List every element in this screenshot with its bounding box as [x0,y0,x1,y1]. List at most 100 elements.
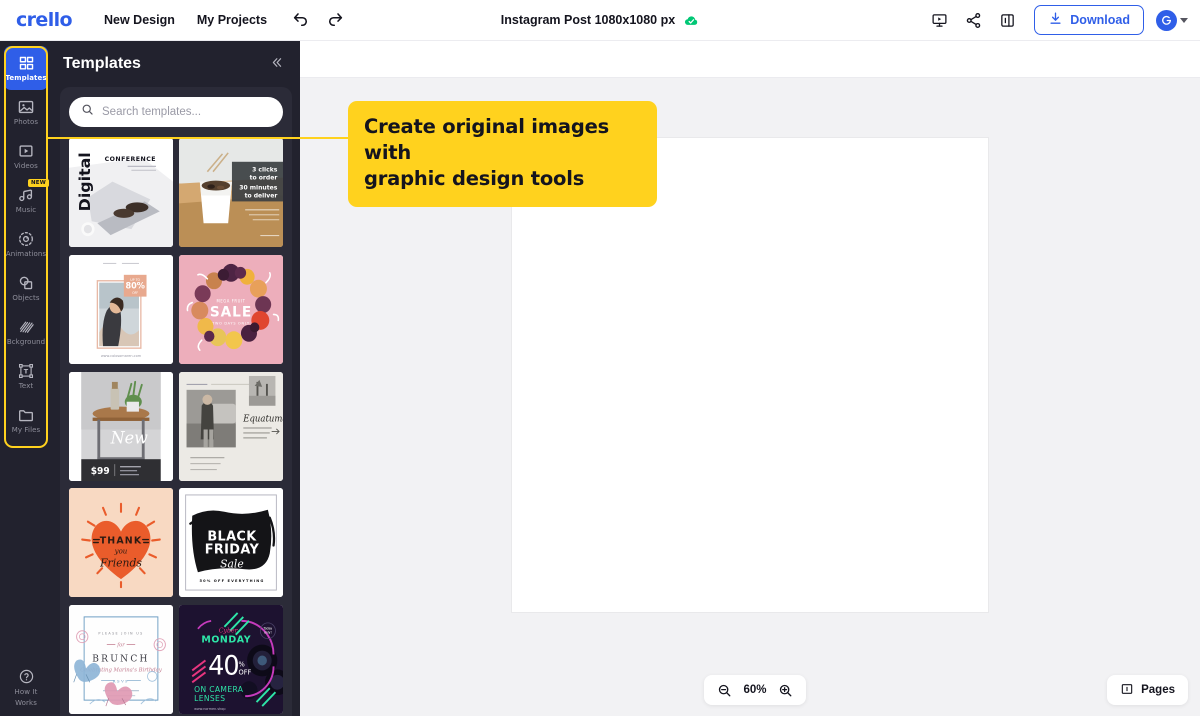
svg-text:LENSES: LENSES [194,694,225,703]
pages-button[interactable]: Pages [1107,675,1188,705]
panel-title: Templates [63,55,141,72]
template-cyber-monday[interactable]: Cyber MONDAY 40 % OFF ON CAMERA LENSES w… [179,605,283,715]
left-rail: Templates Photos Videos NEW Music Animat… [0,41,52,716]
duplicate-icon[interactable] [990,3,1024,37]
nav-my-projects[interactable]: My Projects [197,13,267,27]
undo-icon[interactable] [291,10,311,30]
callout-line-2: graphic design tools [364,167,585,190]
chevron-down-icon [1180,17,1188,23]
svg-text:3 clicks: 3 clicks [252,167,278,174]
background-icon [17,318,35,337]
sidebar-item-label: Videos [14,161,38,170]
sidebar-item-label: Text [18,381,34,390]
callout-connector-line [48,137,352,139]
svg-text:50% OFF EVERYTHING: 50% OFF EVERYTHING [199,579,264,583]
sidebar-item-templates[interactable]: Templates [4,46,48,90]
svg-text:www.colosomaren.com: www.colosomaren.com [101,354,142,358]
template-equatuman[interactable]: Equatuman [179,371,283,481]
svg-text:Friends: Friends [99,556,142,569]
document-title-text: Instagram Post 1080x1080 px [500,13,676,27]
sidebar-item-label: Photos [13,117,39,126]
present-icon[interactable] [922,3,956,37]
svg-text:RSVP: RSVP [113,678,130,683]
image-icon [17,98,35,117]
template-thank-you-friends[interactable]: THANK you Friends [69,488,173,598]
template-conference-digital[interactable]: CONFERENCE Digital [69,138,173,247]
zoom-out-icon[interactable] [716,682,733,699]
zoom-in-icon[interactable] [777,682,794,699]
sidebar-item-objects[interactable]: Objects [4,266,48,310]
download-button[interactable]: Download [1034,5,1144,35]
svg-text:www.normen.shop: www.normen.shop [194,707,226,711]
sidebar-item-videos[interactable]: Videos [4,134,48,178]
callout-tooltip: Create original images with graphic desi… [348,101,657,207]
animation-icon [17,230,35,249]
top-right-actions: Download [922,3,1188,37]
nav-new-design[interactable]: New Design [104,13,175,27]
chevron-double-left-icon[interactable] [269,55,284,73]
canvas-toolbar [300,41,1200,78]
search-input[interactable] [102,106,271,118]
user-avatar-icon [1156,9,1177,31]
account-menu[interactable] [1156,9,1188,31]
callout-line-1: Create original images with [364,115,610,164]
pages-icon [1120,682,1134,699]
svg-text:CONFERENCE: CONFERENCE [105,155,156,163]
crello-editor: crello New Design My Projects Instagram … [0,0,1200,716]
sidebar-item-label: Bckground [6,337,46,346]
svg-text:ON CAMERA: ON CAMERA [194,685,244,694]
download-label: Download [1070,13,1130,27]
new-badge: NEW [27,179,49,187]
crello-logo[interactable]: crello [16,9,73,31]
question-circle-icon [18,667,35,686]
template-fruit-sale[interactable]: MEGA FRUIT SALE TWO DAYS ONLY [179,254,283,364]
sidebar-item-animations[interactable]: Animations [4,222,48,266]
search-icon [81,103,94,121]
svg-text:OFF: OFF [132,291,138,295]
zoom-controls: 60% [704,675,806,705]
svg-text:New: New [110,428,148,447]
svg-text:OFF: OFF [239,668,252,676]
svg-text:only!: only! [264,631,272,635]
svg-text:80%: 80% [125,280,145,290]
sidebar-item-photos[interactable]: Photos [4,90,48,134]
template-fashion-80-off[interactable]: UP TO 80% OFF www.colosomaren.com [69,254,173,364]
folder-icon [17,406,35,425]
svg-text:FRIDAY: FRIDAY [205,543,259,558]
svg-text:to order: to order [250,175,279,182]
svg-text:Sale: Sale [220,557,244,570]
svg-text:30 minutes: 30 minutes [239,184,277,191]
design-page[interactable] [512,138,988,612]
template-black-friday[interactable]: BLACK FRIDAY Sale 50% OFF EVERYTHING [179,488,283,598]
templates-grid: CONFERENCE Digital 3 clicks to order 30 … [69,138,283,716]
zoom-level: 60% [743,684,767,696]
search-templates-box[interactable] [69,97,283,127]
svg-text:T: T [24,368,29,376]
video-play-icon [17,142,35,161]
document-title[interactable]: Instagram Post 1080x1080 px [501,13,699,28]
svg-text:TWO DAYS ONLY: TWO DAYS ONLY [211,321,250,325]
how-it-works-label-1: How It [14,688,38,696]
how-it-works-button[interactable]: How It Works [0,667,52,708]
templates-panel: Templates Search templates... CONFERENCE… [52,41,300,716]
svg-text:to deliver: to deliver [245,192,279,199]
redo-icon[interactable] [325,10,345,30]
svg-text:for: for [116,643,125,649]
svg-text:$99: $99 [91,465,110,476]
template-food-delivery[interactable]: 3 clicks to order 30 minutes to deliver [179,138,283,247]
svg-text:THANK: THANK [100,536,143,547]
panel-header: Templates [52,41,300,87]
cloud-check-icon [684,13,699,28]
template-new-furniture[interactable]: New $99 [69,371,173,481]
sidebar-item-music[interactable]: NEW Music [4,178,49,222]
sidebar-item-label: Animations [5,249,47,258]
sidebar-item-my-files[interactable]: My Files [4,398,48,442]
template-brunch-invite[interactable]: PLEASE JOIN US for BRUNCH Celebrating Ma… [69,605,173,715]
svg-text:40: 40 [208,651,239,682]
share-icon[interactable] [956,3,990,37]
svg-text:Digital: Digital [76,152,94,211]
text-box-icon: T [17,362,35,381]
sidebar-item-background[interactable]: Bckground [4,310,48,354]
sidebar-item-text[interactable]: T Text [4,354,48,398]
svg-text:Equatuman: Equatuman [242,414,283,424]
